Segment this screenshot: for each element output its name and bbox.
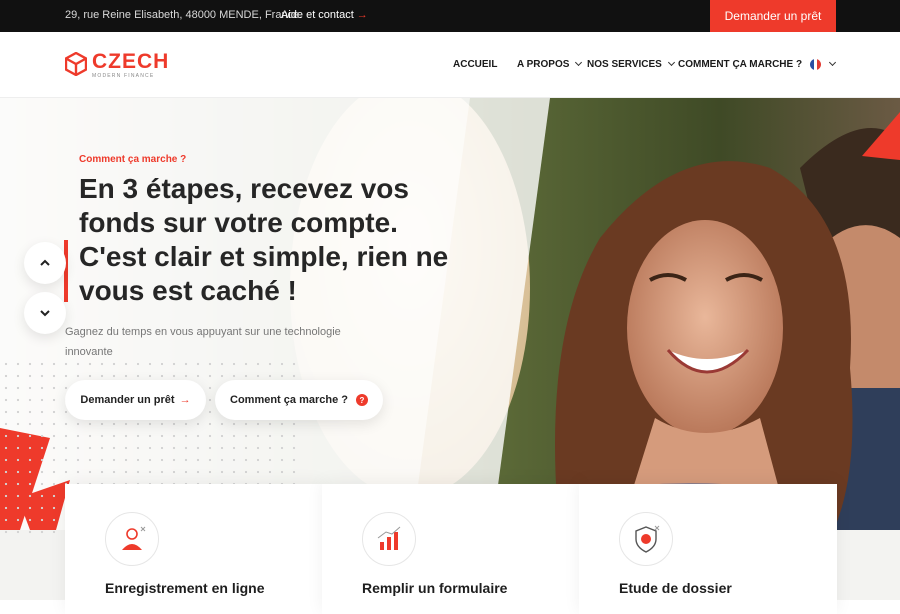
hero-subtitle: Gagnez du temps en vous appuyant sur une… <box>65 326 341 358</box>
logo[interactable]: CZECH MODERN FINANCE <box>65 50 170 79</box>
nav-item-accueil[interactable]: ACCUEIL <box>453 59 497 70</box>
card-title: Enregistrement en ligne <box>105 580 265 596</box>
arrow-right-icon: → <box>179 394 191 406</box>
how-it-works-label: Comment ça marche ? <box>230 394 348 406</box>
help-contact-label: Aide et contact <box>281 9 354 21</box>
help-contact-link[interactable]: Aide et contact → <box>281 9 368 21</box>
chevron-down-icon <box>828 58 837 67</box>
logo-name: CZECH <box>92 50 170 73</box>
nav-item-label: COMMENT ÇA MARCHE ? <box>678 59 803 70</box>
chevron-down-icon <box>40 310 50 317</box>
logo-tagline: MODERN FINANCE <box>92 73 155 79</box>
nav-item-label: NOS SERVICES <box>587 59 662 70</box>
french-flag-icon <box>810 59 821 70</box>
nav-item-label: A PROPOS <box>517 59 570 70</box>
arrow-right-icon: → <box>356 9 368 21</box>
user-icon <box>105 512 159 566</box>
how-it-works-button[interactable]: Comment ça marche ?? <box>215 380 383 420</box>
step-card-review[interactable]: Etude de dossier <box>579 484 837 614</box>
card-title: Remplir un formulaire <box>362 580 508 596</box>
chart-icon <box>362 512 416 566</box>
language-selector[interactable] <box>810 58 837 70</box>
step-card-registration[interactable]: Enregistrement en ligne <box>65 484 323 614</box>
step-card-form[interactable]: Remplir un formulaire <box>322 484 580 614</box>
nav-item-a-propos[interactable]: A PROPOS <box>517 58 583 70</box>
card-title: Etude de dossier <box>619 580 732 596</box>
chevron-down-icon <box>575 58 583 67</box>
hero-headline: En 3 étapes, recevez vos fonds sur votre… <box>79 173 449 306</box>
request-loan-button-top[interactable]: Demander un prêt <box>710 0 836 32</box>
hero-eyebrow: Comment ça marche ? <box>79 154 187 165</box>
top-bar: 29, rue Reine Elisabeth, 48000 MENDE, Fr… <box>0 0 900 32</box>
address-text: 29, rue Reine Elisabeth, 48000 MENDE, Fr… <box>65 9 303 21</box>
chevron-up-icon <box>40 259 50 266</box>
shield-icon <box>619 512 673 566</box>
slider-up-button[interactable] <box>24 242 66 284</box>
accent-bar <box>64 240 68 302</box>
nav-item-nos-services[interactable]: NOS SERVICES <box>587 58 675 70</box>
cube-logo-icon <box>65 52 87 76</box>
main-header: CZECH MODERN FINANCE ACCUEIL A PROPOS NO… <box>0 32 900 98</box>
question-icon: ? <box>355 394 368 406</box>
request-loan-label: Demander un prêt <box>80 394 175 406</box>
chevron-down-icon <box>667 58 675 67</box>
request-loan-button[interactable]: Demander un prêt → <box>65 380 206 420</box>
slider-down-button[interactable] <box>24 292 66 334</box>
nav-item-comment-ca-marche[interactable]: COMMENT ÇA MARCHE ? <box>678 59 802 70</box>
nav-item-label: ACCUEIL <box>453 59 498 70</box>
